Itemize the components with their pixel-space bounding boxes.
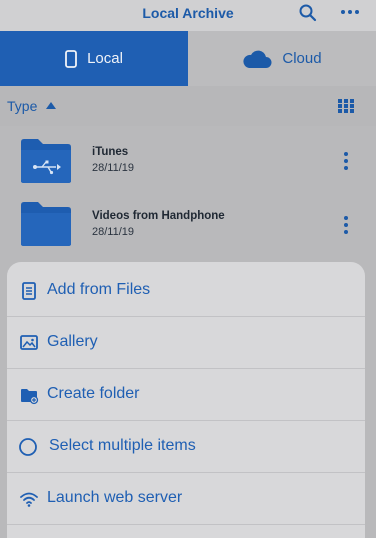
document-icon [22,282,36,300]
create-folder-button[interactable]: Create folder [7,368,365,420]
source-tabs: Local Cloud [0,31,376,86]
grid-icon[interactable] [338,99,354,113]
sort-bar: Type [0,86,376,126]
sort-type-button[interactable]: Type [7,98,37,114]
action-label: Select multiple items [49,437,196,454]
folder-plus-icon [21,389,39,405]
tab-local[interactable]: Local [0,31,188,86]
gallery-button[interactable]: Gallery [7,316,365,368]
file-name: Videos from Handphone [92,210,225,222]
add-from-files-button[interactable]: Add from Files [7,264,365,316]
select-multiple-items-button[interactable]: Select multiple items [7,420,365,472]
cloud-icon [243,50,272,68]
usb-folder-icon [21,139,71,183]
search-icon[interactable] [298,3,318,23]
tab-local-label: Local [87,50,123,67]
triangle-up-icon[interactable] [46,102,56,109]
folder-icon [21,202,71,246]
tab-cloud[interactable]: Cloud [188,31,376,86]
circle-icon [19,438,37,456]
action-label: Add from Files [47,281,151,298]
top-bar: Local Archive [0,0,376,31]
tab-cloud-label: Cloud [282,50,322,67]
file-name: iTunes [92,146,129,158]
action-label: Create folder [47,385,140,402]
more-vertical-icon[interactable] [340,215,352,235]
action-sheet: Add from Files Gallery Create folder Sel… [7,262,365,538]
page-title: Local Archive [142,5,234,21]
file-date: 28/11/19 [92,226,135,238]
action-label: Gallery [47,333,98,350]
launch-web-server-button[interactable]: Launch web server [7,472,365,524]
file-date: 28/11/19 [92,162,135,174]
wifi-icon [20,492,38,507]
list-item[interactable]: Videos from Handphone 28/11/19 [0,192,376,256]
divider [7,524,365,525]
gallery-icon [20,335,38,350]
action-label: Launch web server [47,489,183,506]
phone-icon [65,49,77,68]
list-item[interactable]: iTunes 28/11/19 [0,128,376,192]
more-vertical-icon[interactable] [340,151,352,171]
more-horizontal-icon[interactable] [339,2,361,22]
